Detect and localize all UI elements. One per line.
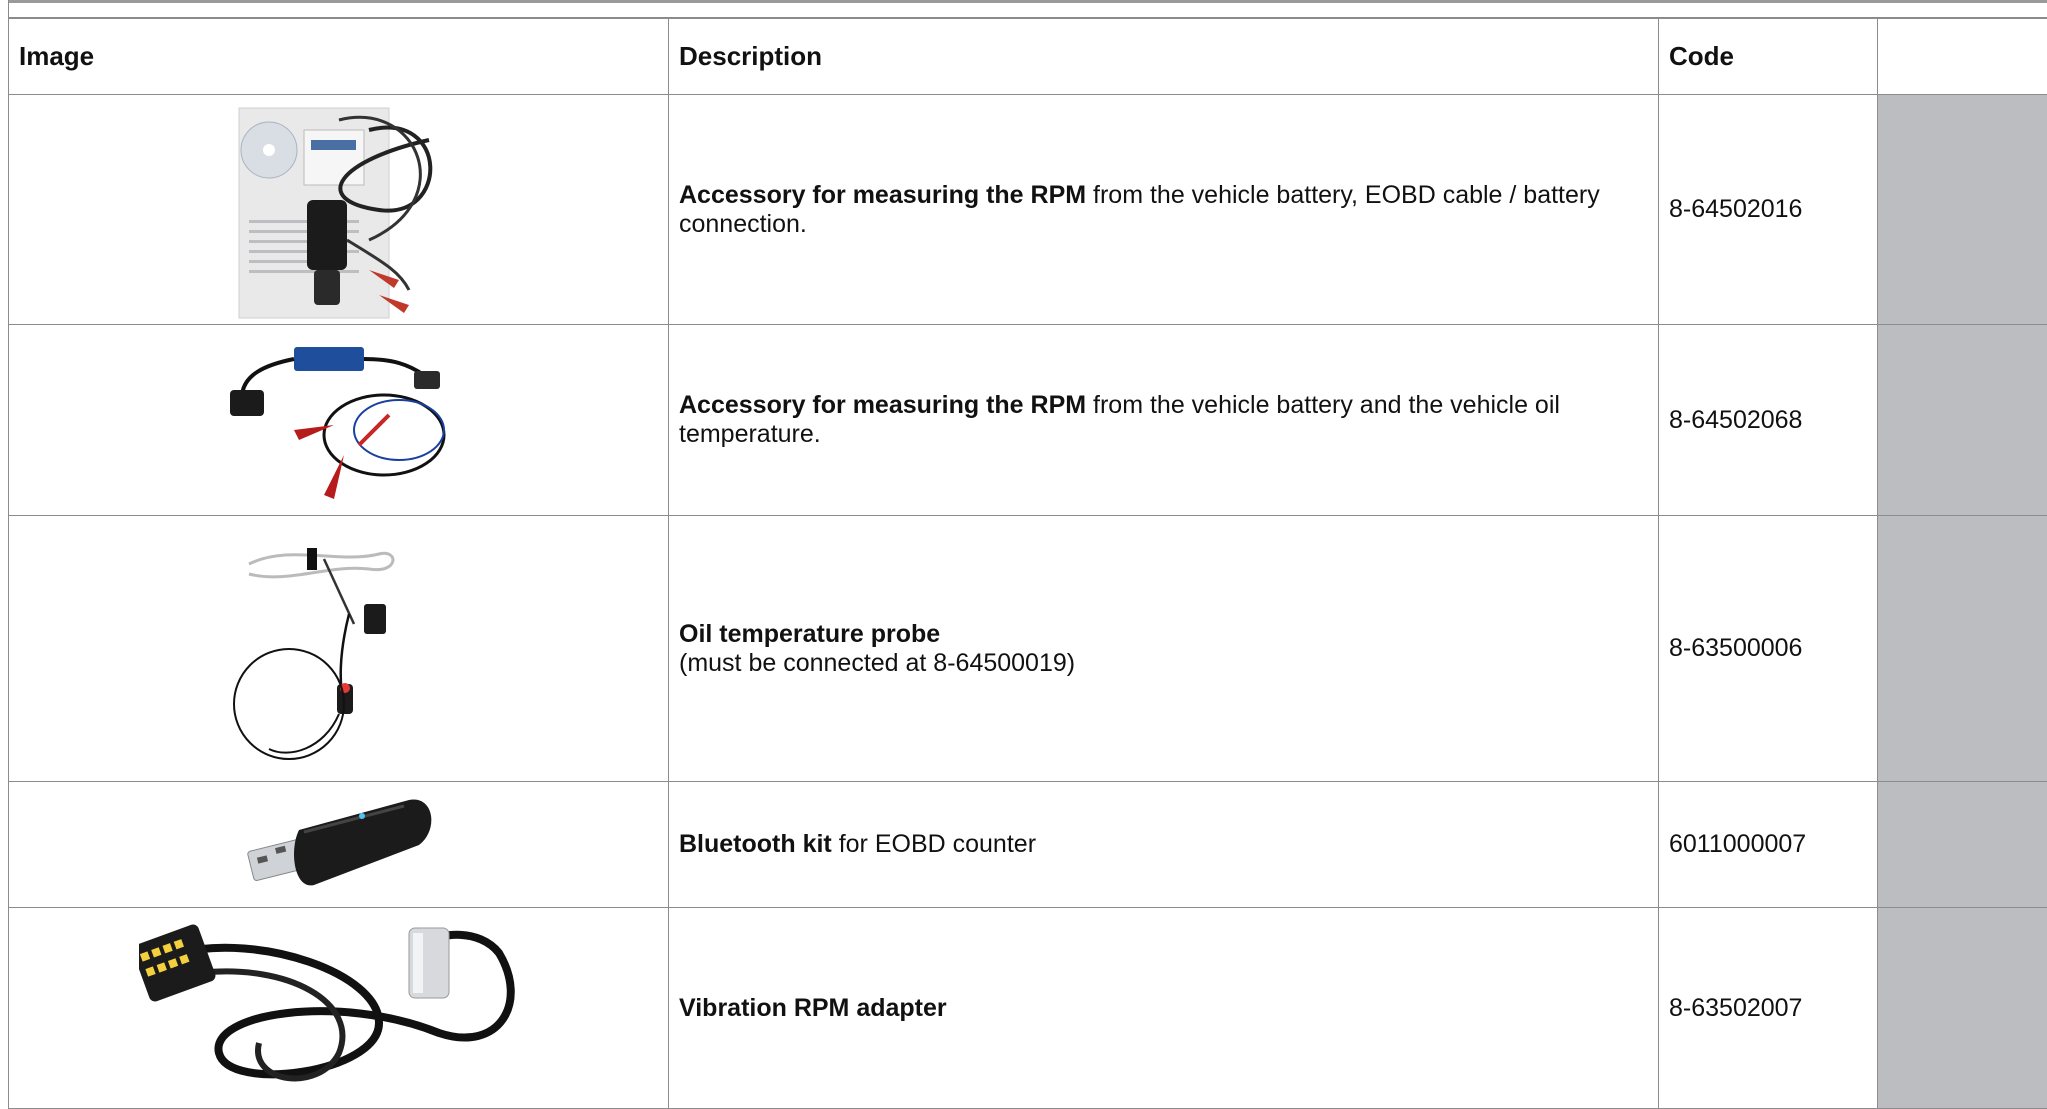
description-text: (must be connected at 8-64500019) [679, 649, 1075, 677]
description-bold: Oil temperature probe [679, 620, 940, 648]
header-code: Code [1659, 19, 1878, 95]
oil-temperature-probe-image [229, 534, 449, 764]
table-row: Oil temperature probe(must be connected … [9, 516, 2047, 782]
table-row: Bluetooth kit for EOBD counter 601100000… [9, 782, 2047, 908]
description-text: for EOBD counter [832, 830, 1036, 858]
description-bold: Bluetooth kit [679, 830, 832, 858]
rpm-battery-kit-image [219, 100, 459, 320]
extra-cell [1878, 516, 2047, 782]
description-cell: Accessory for measuring the RPM from the… [669, 95, 1659, 325]
table-header-row: Image Description Code [9, 19, 2047, 95]
extra-cell [1878, 95, 2047, 325]
table-row: Vibration RPM adapter 8-63502007 [9, 908, 2047, 1109]
header-image: Image [9, 19, 669, 95]
extra-cell [1878, 908, 2047, 1109]
extra-cell [1878, 782, 2047, 908]
code-cell: 8-63502007 [1659, 908, 1878, 1109]
description-cell: Bluetooth kit for EOBD counter [669, 782, 1659, 908]
product-image-cell [9, 782, 669, 908]
code-cell: 6011000007 [1659, 782, 1878, 908]
extra-cell [1878, 325, 2047, 516]
product-image-cell [9, 516, 669, 782]
product-image-cell [9, 95, 669, 325]
code-cell: 8-63500006 [1659, 516, 1878, 782]
code-cell: 8-64502068 [1659, 325, 1878, 516]
description-cell: Accessory for measuring the RPM from the… [669, 325, 1659, 516]
description-bold: Accessory for measuring the RPM [679, 181, 1086, 209]
description-cell: Oil temperature probe(must be connected … [669, 516, 1659, 782]
product-image-cell [9, 325, 669, 516]
vibration-adapter-image [139, 913, 539, 1103]
header-description: Description [669, 19, 1659, 95]
description-cell: Vibration RPM adapter [669, 908, 1659, 1109]
product-image-cell [9, 908, 669, 1109]
rpm-battery-oil-kit-image [224, 335, 454, 505]
bluetooth-dongle-image [244, 790, 434, 900]
accessories-table: Image Description Code [8, 18, 2047, 1109]
table-row: Accessory for measuring the RPM from the… [9, 325, 2047, 516]
code-cell: 8-64502016 [1659, 95, 1878, 325]
description-bold: Accessory for measuring the RPM [679, 391, 1086, 419]
top-rule [8, 0, 2047, 3]
description-bold: Vibration RPM adapter [679, 994, 947, 1022]
header-extra [1878, 19, 2047, 95]
table-row: Accessory for measuring the RPM from the… [9, 95, 2047, 325]
left-rule [8, 0, 9, 19]
